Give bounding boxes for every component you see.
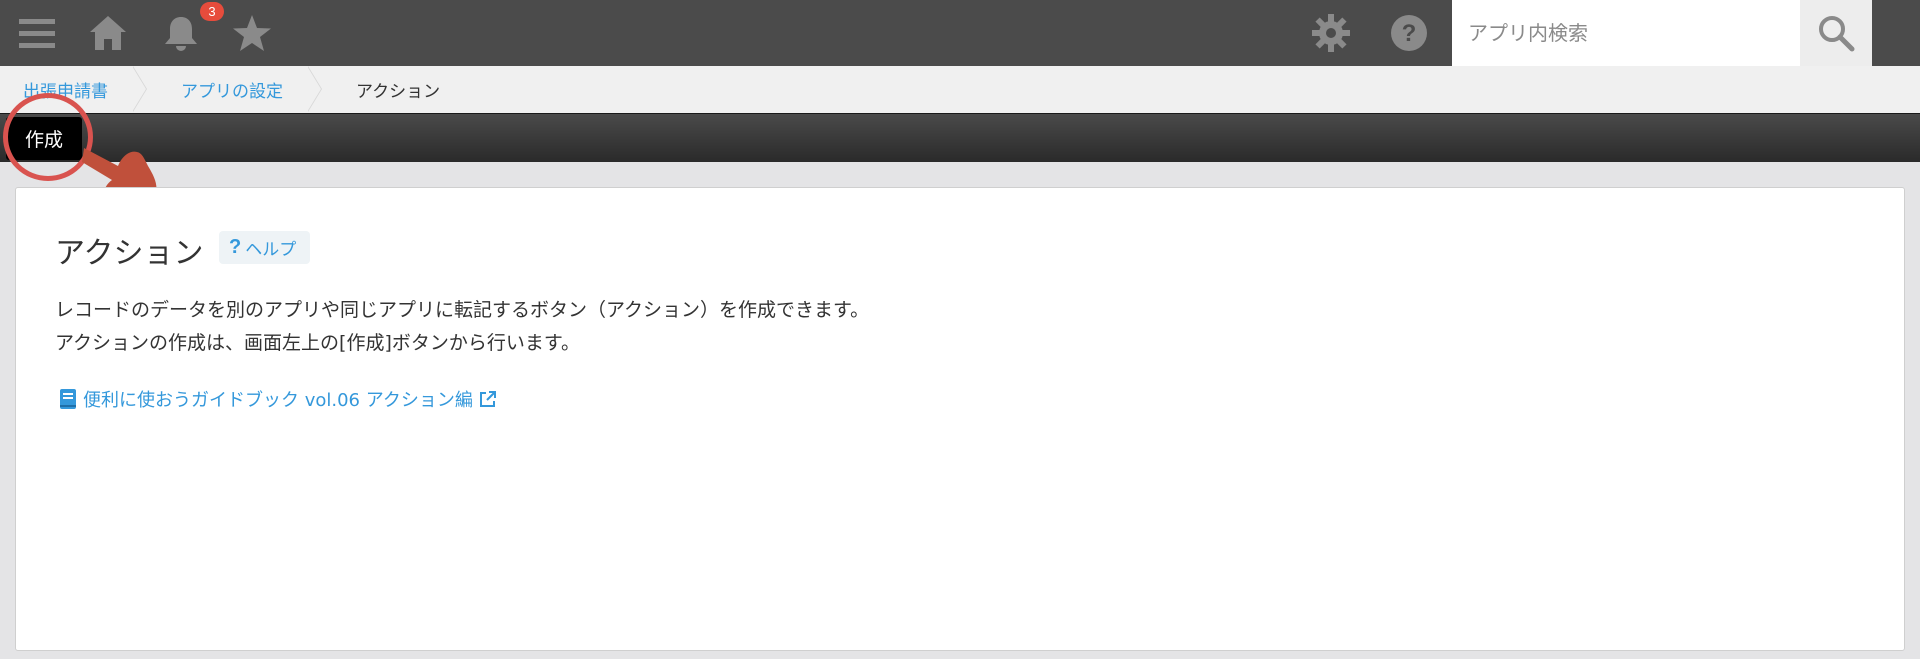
guidebook-link-label: 便利に使おうガイドブック vol.06 アクション編 — [83, 390, 473, 411]
svg-text:?: ? — [1402, 20, 1417, 47]
search-icon — [1819, 16, 1855, 52]
hamburger-icon[interactable] — [14, 0, 60, 66]
create-button[interactable]: 作成 — [6, 117, 82, 160]
description-line-1: レコードのデータを別のアプリや同じアプリに転記するボタン（アクション）を作成でき… — [55, 299, 870, 321]
help-label: ヘルプ — [245, 240, 297, 260]
question-circle-icon[interactable]: ? — [1386, 0, 1432, 66]
home-icon[interactable] — [86, 0, 130, 66]
breadcrumb-item-app[interactable]: 出張申請書 — [0, 66, 132, 113]
breadcrumb-item-current: アクション — [333, 66, 464, 113]
breadcrumb-item-settings[interactable]: アプリの設定 — [158, 66, 307, 113]
main-card: アクション ? ヘルプ レコードのデータを別のアプリや同じアプリに転記するボタン… — [15, 187, 1905, 651]
breadcrumb-link-app[interactable]: 出張申請書 — [23, 77, 108, 102]
description-line-2: アクションの作成は、画面左上の[作成]ボタンから行います。 — [55, 332, 580, 354]
search-button[interactable] — [1800, 0, 1872, 66]
top-header: 3 ? — [0, 0, 1920, 66]
breadcrumb-separator — [132, 66, 158, 113]
bell-icon[interactable]: 3 — [158, 0, 224, 66]
breadcrumb-link-settings[interactable]: アプリの設定 — [181, 77, 283, 102]
star-icon[interactable] — [230, 0, 274, 66]
book-icon — [60, 389, 76, 409]
breadcrumb-separator — [307, 66, 333, 113]
search-input[interactable] — [1452, 0, 1800, 66]
help-button[interactable]: ? ヘルプ — [219, 231, 311, 264]
breadcrumb: 出張申請書 アプリの設定 アクション — [0, 66, 1920, 113]
description: レコードのデータを別のアプリや同じアプリに転記するボタン（アクション）を作成でき… — [55, 294, 869, 360]
notification-badge: 3 — [200, 2, 224, 21]
guidebook-link[interactable]: 便利に使おうガイドブック vol.06 アクション編 — [59, 386, 497, 412]
question-mark-icon: ? — [229, 236, 242, 258]
page-title: アクション — [55, 236, 204, 271]
breadcrumb-current-label: アクション — [356, 82, 441, 102]
action-toolbar: 作成 — [0, 113, 1920, 162]
gear-icon[interactable] — [1308, 0, 1354, 66]
external-link-icon — [479, 391, 496, 407]
